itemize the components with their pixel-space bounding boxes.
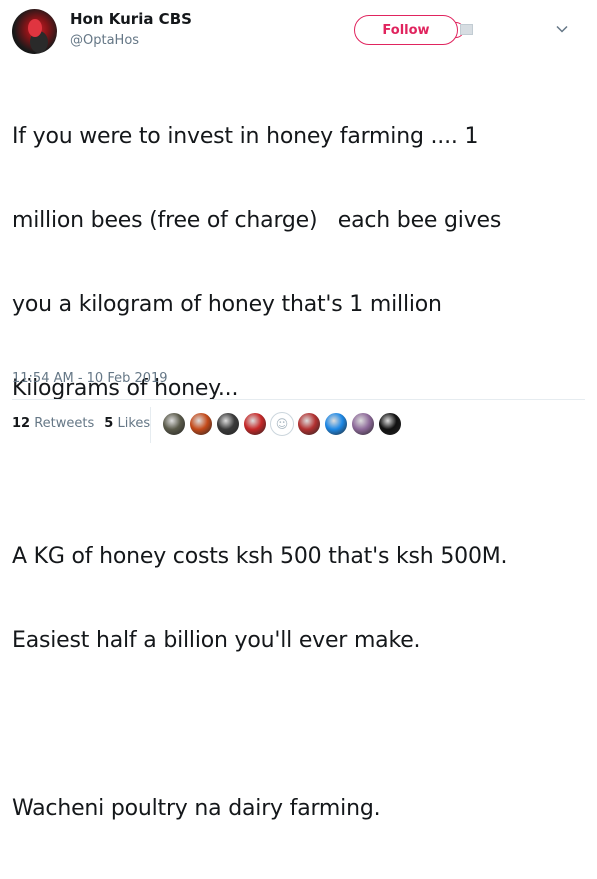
tweet-timestamp[interactable]: 11:54 AM - 10 Feb 2019 — [12, 371, 168, 386]
tweet-line: Wacheni poultry na dairy farming. — [12, 796, 381, 821]
stats-separator — [150, 407, 151, 443]
tweet-card: Hon Kuria CBS @OptaHos Follow If you wer… — [0, 0, 597, 821]
retweets-count: 12 — [12, 416, 31, 431]
likes-label: Likes — [117, 416, 151, 431]
tweet-line: Easiest half a billion you'll ever make. — [12, 628, 421, 653]
author-handle[interactable]: @OptaHos — [70, 33, 139, 48]
liker-avatar-6[interactable] — [297, 412, 321, 436]
liker-avatar-2[interactable] — [189, 412, 213, 436]
tweet-line: If you were to invest in honey farming .… — [12, 124, 479, 149]
retweets-stat[interactable]: 12 Retweets — [12, 416, 94, 431]
divider — [12, 399, 585, 400]
author-display-name[interactable]: Hon Kuria CBS — [70, 10, 192, 28]
retweets-label: Retweets — [34, 416, 95, 431]
liker-avatar-7[interactable] — [324, 412, 348, 436]
liker-avatar-1[interactable] — [162, 412, 186, 436]
follow-button[interactable]: Follow — [354, 15, 458, 45]
likes-stat[interactable]: 5 Likes — [104, 416, 150, 431]
likers-avatars: ☺ — [162, 412, 402, 438]
liker-avatar-3[interactable] — [216, 412, 240, 436]
likes-count: 5 — [104, 416, 114, 431]
tweet-line: you a kilogram of honey that's 1 million — [12, 292, 442, 317]
liker-avatar-8[interactable] — [351, 412, 375, 436]
tweet-line: million bees (free of charge) each bee g… — [12, 208, 502, 233]
tweet-text: If you were to invest in honey farming .… — [12, 67, 572, 879]
liker-avatar-9[interactable] — [378, 412, 402, 436]
flag-icon — [460, 24, 473, 35]
liker-avatar-4[interactable] — [243, 412, 267, 436]
tweet-line: A KG of honey costs ksh 500 that's ksh 5… — [12, 544, 508, 569]
tweet-stats: 12 Retweets 5 Likes — [12, 416, 150, 431]
liker-avatar-default[interactable]: ☺ — [270, 412, 294, 436]
chevron-down-icon[interactable] — [555, 22, 569, 36]
author-avatar[interactable] — [12, 9, 57, 54]
